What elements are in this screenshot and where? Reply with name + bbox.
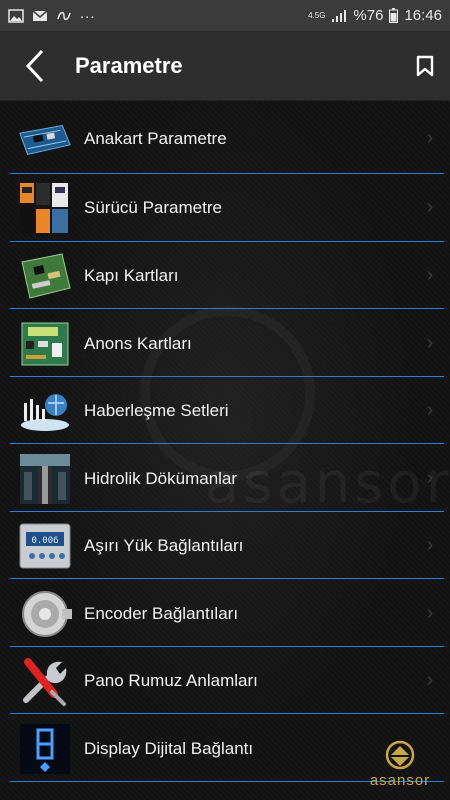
page-title: Parametre (75, 52, 183, 78)
back-button[interactable] (0, 31, 70, 101)
more-notifications: ... (80, 5, 96, 22)
list-item-label: Haberleşme Setleri (84, 400, 229, 420)
chevron-right-icon: › (426, 264, 434, 286)
chevron-right-icon: › (426, 669, 434, 691)
battery-icon (389, 8, 399, 23)
bookmark-icon (416, 55, 434, 76)
divider (10, 308, 444, 309)
gallery-icon (8, 8, 24, 23)
communication-set-icon (18, 384, 72, 438)
chevron-left-icon (25, 49, 44, 82)
list-item-anakart-parametre[interactable]: Anakart Parametre › (0, 105, 450, 172)
divider (10, 443, 444, 444)
list-item-label: Pano Rumuz Anlamları (84, 670, 258, 690)
announcement-card-icon (18, 317, 72, 371)
list-item-kapi-kartlari[interactable]: Kapı Kartları › (0, 242, 450, 309)
clock: 16:46 (404, 7, 442, 24)
tools-icon (18, 654, 72, 708)
network-type-label: 4.5G (308, 10, 326, 20)
battery-percent: %76 (353, 7, 384, 24)
bookmark-button[interactable] (400, 31, 450, 101)
list-item-pano-rumuz-anlamlari[interactable]: Pano Rumuz Anlamları › (0, 647, 450, 714)
parameter-list[interactable]: asansor Anakart Parametre › Sürücü Param… (0, 101, 450, 800)
chevron-right-icon: › (426, 534, 434, 556)
list-item-encoder-baglantilari[interactable]: Encoder Bağlantıları › (0, 580, 450, 647)
chevron-right-icon: › (426, 127, 434, 149)
status-bar: ... 4.5G %76 16:46 (0, 0, 450, 31)
status-right: 4.5G %76 16:46 (308, 7, 442, 24)
list-item-label: Kapı Kartları (84, 265, 179, 285)
list-item-asiri-yuk-baglantilari[interactable]: 0.006 Aşırı Yük Bağlantıları › (0, 512, 450, 579)
chevron-right-icon: › (426, 332, 434, 354)
signal-icon (332, 9, 347, 22)
list-item-surucu-parametre[interactable]: Sürücü Parametre › (0, 174, 450, 241)
brand-name: asansor (369, 772, 431, 789)
brand-emblem-icon (385, 740, 415, 770)
hydraulic-docs-icon (18, 452, 72, 506)
network-type: 4.5G (308, 10, 326, 20)
app-bar: Parametre (0, 31, 450, 101)
list-item-label: Encoder Bağlantıları (84, 603, 239, 623)
list-item-label: Hidrolik Dökümanlar (84, 468, 238, 488)
chevron-right-icon: › (426, 467, 434, 489)
motherboard-icon (18, 112, 72, 166)
door-card-icon (18, 249, 72, 303)
list-item-label: Anakart Parametre (84, 128, 227, 148)
svg-text:0.006: 0.006 (31, 536, 58, 546)
mail-icon (32, 9, 48, 21)
list-item-hidrolik-dokumanlar[interactable]: Hidrolik Dökümanlar › (0, 445, 450, 512)
digital-display-icon (18, 722, 72, 776)
list-item-haberlesme-setleri[interactable]: Haberleşme Setleri › (0, 377, 450, 444)
chevron-right-icon: › (426, 602, 434, 624)
overload-scale-icon: 0.006 (18, 519, 72, 573)
list-item-label: Anons Kartları (84, 333, 192, 353)
list-item-anons-kartlari[interactable]: Anons Kartları › (0, 310, 450, 377)
divider (10, 713, 444, 714)
encoder-icon (18, 587, 72, 641)
drive-inverter-icon (18, 181, 72, 235)
scribble-icon (57, 11, 71, 20)
chevron-right-icon: › (426, 399, 434, 421)
status-left: ... (8, 5, 96, 23)
divider (10, 578, 444, 579)
chevron-right-icon: › (426, 196, 434, 218)
list-item-label: Sürücü Parametre (84, 197, 222, 217)
list-item-label: Aşırı Yük Bağlantıları (84, 535, 244, 555)
brand-logo: asansor (360, 740, 440, 795)
